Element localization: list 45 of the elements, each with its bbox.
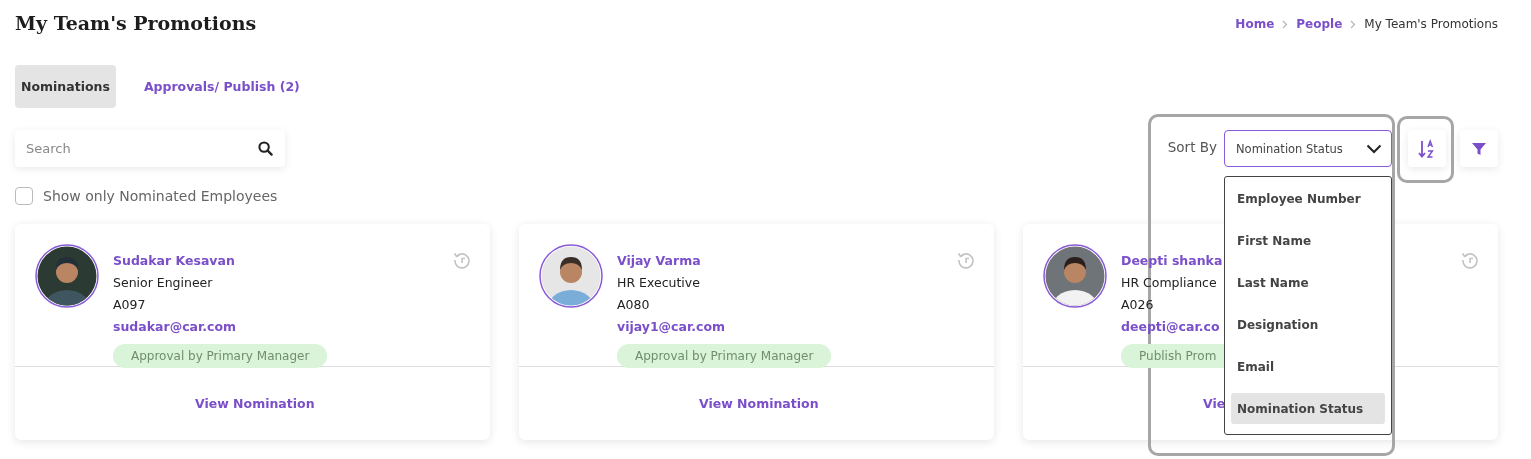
filter-button[interactable] — [1460, 130, 1498, 167]
email-link[interactable]: deepti@car.co — [1121, 316, 1220, 338]
reset-icon[interactable] — [452, 250, 472, 270]
designation-text: Senior Engineer — [113, 274, 213, 292]
employee-number-text: A026 — [1121, 296, 1154, 314]
reset-icon[interactable] — [1460, 250, 1480, 270]
filter-icon — [1471, 140, 1487, 157]
view-nomination-link[interactable]: View Nomination — [699, 396, 819, 411]
reset-icon[interactable] — [956, 250, 976, 270]
employee-name-link[interactable]: Deepti shanka — [1121, 250, 1223, 272]
highlight-frame — [1397, 116, 1454, 183]
breadcrumb-link[interactable]: People — [1296, 17, 1343, 31]
status-badge: Approval by Primary Manager — [617, 344, 832, 368]
checkbox[interactable] — [15, 187, 33, 205]
email-link[interactable]: vijay1@car.com — [617, 316, 726, 338]
dropdown-option[interactable]: First Name — [1231, 230, 1385, 252]
employee-name-link[interactable]: Vijay Varma — [617, 250, 701, 272]
sort-az-icon — [1418, 137, 1436, 160]
breadcrumb-current: My Team's Promotions — [1364, 17, 1498, 31]
dropdown-option[interactable]: Designation — [1231, 314, 1385, 336]
view-nomination-link[interactable]: View Nomination — [195, 396, 315, 411]
breadcrumb-link[interactable]: Home — [1235, 17, 1275, 31]
tab[interactable]: Approvals/ Publish (2) — [129, 65, 314, 108]
search-icon — [258, 141, 273, 156]
breadcrumb-separator-icon — [1282, 19, 1289, 29]
designation-text: HR Executive — [617, 274, 700, 292]
search-field[interactable]: Search — [15, 130, 285, 167]
dropdown-option[interactable]: Employee Number — [1231, 188, 1385, 210]
designation-text: HR Compliance — [1121, 274, 1217, 292]
tab[interactable]: Nominations — [15, 65, 116, 108]
sort-order-button[interactable] — [1408, 130, 1446, 167]
email-link[interactable]: sudakar@car.com — [113, 316, 237, 338]
checkbox-label: Show only Nominated Employees — [43, 188, 278, 204]
view-nomination-link[interactable]: Vie — [1203, 396, 1226, 411]
employee-name-link[interactable]: Sudakar Kesavan — [113, 250, 235, 272]
sort-dropdown[interactable]: Nomination Status — [1224, 130, 1392, 167]
page-title: My Team's Promotions — [15, 12, 257, 34]
dropdown-option[interactable]: Nomination Status — [1231, 393, 1385, 424]
sort-by-label: Sort By — [1167, 138, 1217, 155]
dropdown-option[interactable]: Last Name — [1231, 272, 1385, 294]
employee-number-text: A097 — [113, 296, 146, 314]
status-badge: Approval by Primary Manager — [113, 344, 328, 368]
breadcrumb-separator-icon — [1350, 19, 1357, 29]
employee-number-text: A080 — [617, 296, 650, 314]
chevron-down-icon — [1366, 143, 1382, 154]
